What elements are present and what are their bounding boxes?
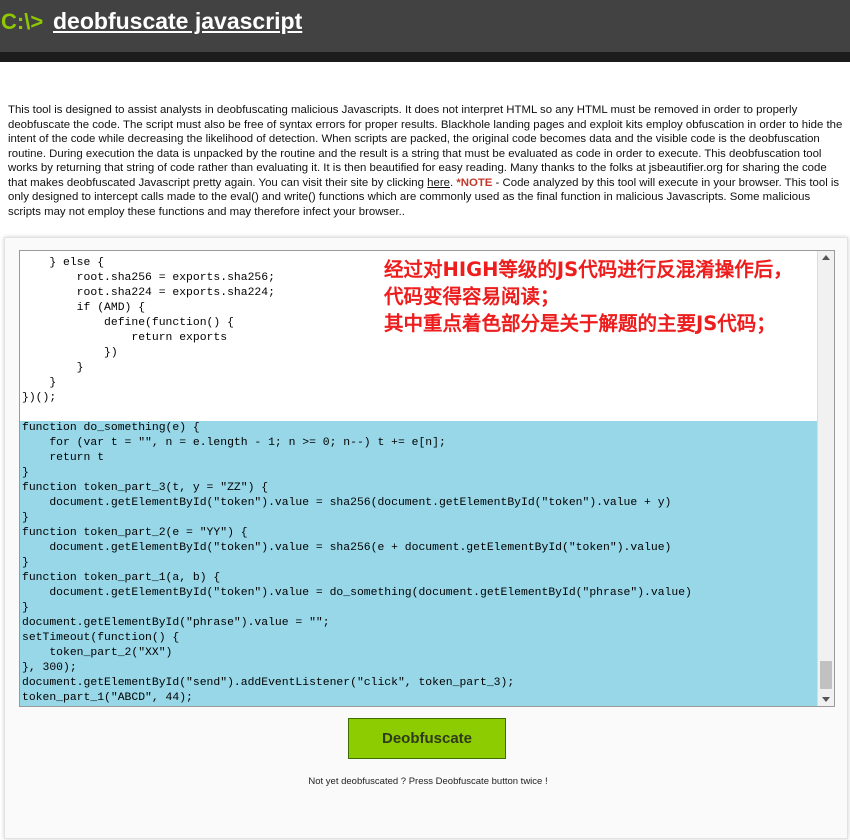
code-line: } — [20, 511, 817, 526]
annotation-line-2: 代码变得容易阅读； — [384, 285, 560, 308]
page-header: C:\> deobfuscate javascript — [0, 0, 850, 52]
code-line: document.getElementById("send").addEvent… — [20, 676, 817, 691]
annotation-line-3: 其中重点着色部分是关于解题的主要JS代码； — [384, 312, 776, 335]
code-line: for (var t = "", n = e.length - 1; n >= … — [20, 436, 817, 451]
code-line: setTimeout(function() { — [20, 631, 817, 646]
prompt-logo: C:\> — [1, 9, 44, 34]
deobfuscate-button[interactable]: Deobfuscate — [348, 718, 506, 759]
scrollbar-thumb[interactable] — [820, 661, 832, 689]
code-line: document.getElementById("token").value =… — [20, 496, 817, 511]
code-line: function token_part_1(a, b) { — [20, 571, 817, 586]
code-line: }, 300); — [20, 661, 817, 676]
code-line: return t — [20, 451, 817, 466]
code-line: function do_something(e) { — [20, 421, 817, 436]
note-label: *NOTE — [456, 176, 493, 189]
scroll-down-arrow-icon[interactable] — [822, 697, 830, 702]
code-line: document.getElementById("phrase").value … — [20, 616, 817, 631]
header-divider — [0, 52, 850, 62]
code-line: function token_part_2(e = "YY") { — [20, 526, 817, 541]
code-line: token_part_2("XX") — [20, 646, 817, 661]
code-line: } — [20, 601, 817, 616]
code-line: } — [20, 466, 817, 481]
code-line: document.getElementById("token").value =… — [20, 541, 817, 556]
code-line: function token_part_3(t, y = "ZZ") { — [20, 481, 817, 496]
code-line: } — [22, 377, 57, 389]
code-line: } — [20, 556, 817, 571]
page-title-link[interactable]: deobfuscate javascript — [53, 8, 302, 35]
code-line: }) — [22, 347, 118, 359]
code-line: document.getElementById("token").value =… — [20, 586, 817, 601]
code-line: token_part_1("ABCD", 44); — [20, 691, 817, 706]
deobfuscate-hint: Not yet deobfuscated ? Press Deobfuscate… — [308, 776, 548, 787]
jsbeautifier-link[interactable]: here — [427, 177, 450, 189]
code-line: })(); — [22, 392, 57, 404]
annotation-line-1: 经过对HIGH等级的JS代码进行反混淆操作后， — [384, 258, 793, 281]
chinese-annotation: 经过对HIGH等级的JS代码进行反混淆操作后， 代码变得容易阅读； 其中重点着色… — [384, 256, 824, 337]
tool-description: This tool is designed to assist analysts… — [8, 103, 845, 219]
code-line: } — [22, 362, 84, 374]
